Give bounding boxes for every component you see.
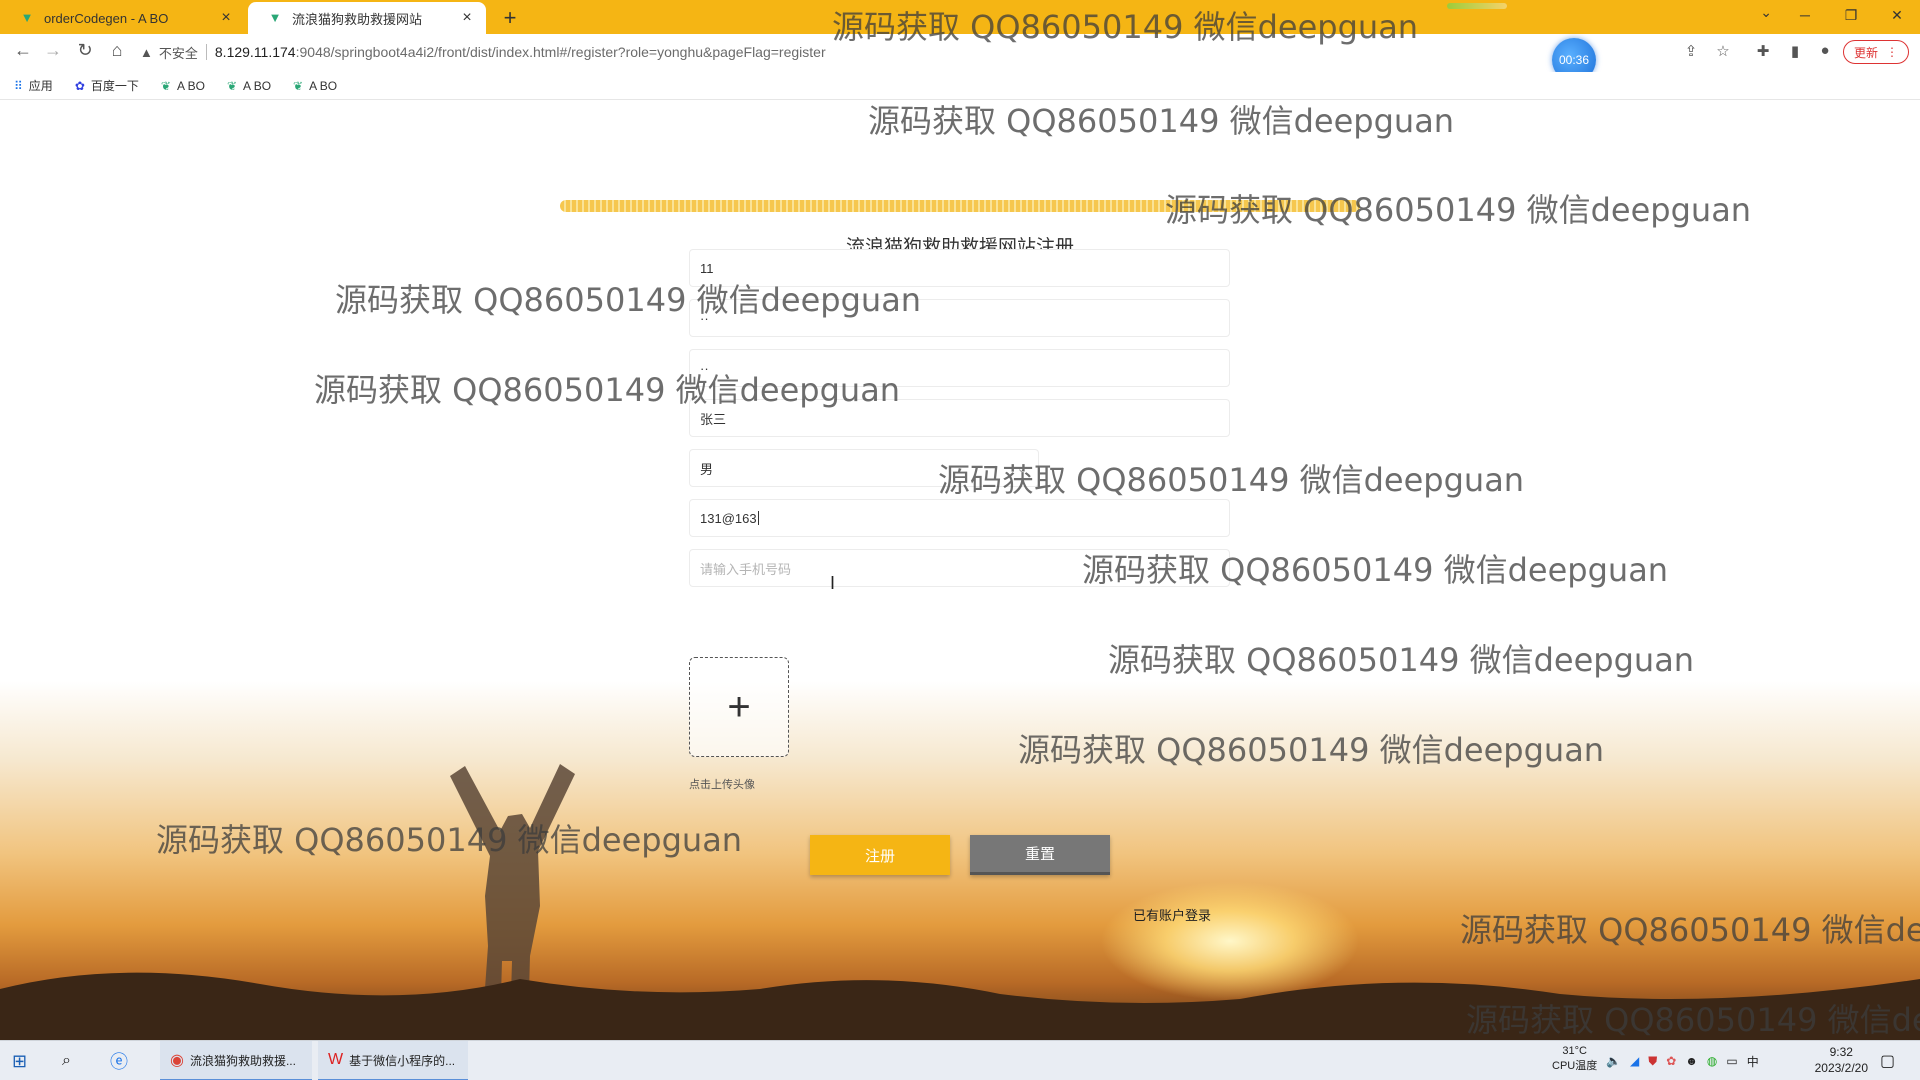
register-button[interactable]: 注册 — [810, 835, 950, 875]
watermark-text: 源码获取 QQ86050149 微信deepguan — [1165, 191, 1752, 229]
bookmark-star-icon[interactable]: ☆ — [1712, 42, 1734, 60]
share-icon[interactable]: ⇪ — [1680, 42, 1702, 60]
apps-grid-icon: ⠿ — [14, 78, 23, 93]
maximize-button[interactable]: ❐ — [1828, 0, 1874, 30]
vue-favicon-icon: ▼ — [20, 10, 34, 25]
url-path: :9048/springboot4a4i2/front/dist/index.h… — [295, 44, 826, 60]
bookmark-label: 应用 — [28, 79, 53, 93]
watermark-text: 源码获取 QQ86050149 微信deepguan — [832, 8, 1419, 46]
watermark-text: 源码获取 QQ86050149 微信deepguan — [1460, 911, 1920, 949]
network-icon[interactable]: ◢ — [1630, 1054, 1639, 1068]
watermark-text: 源码获取 QQ86050149 微信deepguan — [1108, 641, 1695, 679]
bookmark-label: A BO — [243, 78, 272, 93]
tab-bar-decoration — [1447, 3, 1507, 9]
avatar-upload-button[interactable]: + — [689, 657, 789, 757]
upload-avatar-label: 点击上传头像 — [689, 779, 755, 791]
chrome-icon: ◉ — [170, 1052, 184, 1069]
forward-arrow-icon[interactable]: → — [40, 40, 66, 61]
bookmark-abo-3[interactable]: ❦ A BO — [293, 79, 337, 93]
bookmark-label: A BO — [176, 78, 205, 93]
watermark-text: 源码获取 QQ86050149 微信deepguan — [156, 821, 743, 859]
clock-date: 2023/2/20 — [1814, 1061, 1868, 1075]
url-host: 8.129.11.174 — [214, 44, 296, 60]
profile-avatar-icon[interactable]: ● — [1814, 42, 1836, 59]
watermark-text: 源码获取 QQ86050149 微信deepguan — [938, 461, 1525, 499]
wps-icon: W — [328, 1051, 344, 1068]
bookmark-abo-2[interactable]: ❦ A BO — [227, 79, 271, 93]
leaf-icon: ❦ — [293, 78, 304, 93]
plus-icon: + — [727, 684, 751, 729]
tab-ordercodegen[interactable]: ▼ orderCodegen - A BO × — [0, 2, 245, 34]
search-icon[interactable]: ⌕ — [62, 1041, 71, 1080]
ie-browser-icon[interactable]: ⓔ — [110, 1041, 128, 1080]
address-divider — [205, 44, 207, 60]
taskbar-app-label: 基于微信小程序的... — [349, 1053, 456, 1068]
close-window-button[interactable]: ✕ — [1874, 0, 1920, 30]
tab-register-page[interactable]: ▼ 流浪猫狗救助救援网站 × — [248, 2, 486, 34]
tab-search-chevron-icon[interactable]: ⌄ — [1760, 4, 1772, 21]
tab-close-icon[interactable]: × — [458, 9, 476, 27]
volume-icon[interactable]: 🔈 — [1606, 1054, 1621, 1068]
bookmark-abo-1[interactable]: ❦ A BO — [161, 79, 205, 93]
security-shield-icon[interactable]: ⛊ — [1648, 1054, 1657, 1069]
tab-close-icon[interactable]: × — [217, 9, 235, 27]
warning-triangle-icon: ▲ — [140, 44, 153, 60]
tab-title: orderCodegen - A BO — [44, 10, 169, 26]
watermark-text: 源码获取 QQ86050149 微信deepguan — [335, 281, 922, 319]
taskbar-clock[interactable]: 9:32 2023/2/20 — [1815, 1044, 1868, 1076]
taskbar-app-chrome[interactable]: ◉ 流浪猫狗救助救援... — [160, 1041, 312, 1080]
windows-taskbar: ⊞ ⌕ ⓔ ◉ 流浪猫狗救助救援... W 基于微信小程序的... 31°C C… — [0, 1040, 1920, 1080]
bookmarks-bar: ⠿ 应用 ✿ 百度一下 ❦ A BO ❦ A BO ❦ A BO — [0, 72, 1920, 100]
temperature-value: 31°C — [1562, 1045, 1587, 1057]
kebab-menu-icon: ⋮ — [1886, 45, 1898, 59]
extensions-puzzle-icon[interactable]: ✚ — [1752, 42, 1774, 60]
leaf-icon: ❦ — [160, 78, 171, 93]
register-page: 流浪猫狗救助救援网站注册 11 ·· ·· 张三 男 ⌄ 131@163 请输入… — [0, 101, 1920, 1040]
bookmark-label: 百度一下 — [90, 79, 139, 93]
notification-icon[interactable]: ▢ — [1880, 1041, 1895, 1080]
update-label: 更新 — [1853, 45, 1878, 60]
qq-icon[interactable]: ☻ — [1685, 1054, 1698, 1068]
watermark-text: 源码获取 QQ86050149 微信deepguan — [868, 102, 1455, 140]
login-link[interactable]: 已有账户登录 — [1133, 905, 1211, 924]
reload-icon[interactable]: ↻ — [72, 40, 98, 61]
clock-time: 9:32 — [1829, 1045, 1853, 1059]
bookmark-baidu[interactable]: ✿ 百度一下 — [75, 77, 139, 94]
watermark-text: 源码获取 QQ86050149 微信deepguan — [1082, 551, 1669, 589]
cpu-label: CPU温度 — [1552, 1060, 1598, 1072]
home-icon[interactable]: ⌂ — [104, 40, 130, 61]
taskbar-app-label: 流浪猫狗救助救援... — [189, 1053, 296, 1068]
watermark-text: 源码获取 QQ86050149 微信deepguan — [1018, 731, 1605, 769]
cpu-temperature: 31°C CPU温度 — [1552, 1044, 1597, 1074]
update-button[interactable]: 更新 ⋮ — [1843, 40, 1909, 64]
display-icon[interactable]: ▭ — [1726, 1054, 1737, 1068]
leaf-icon: ❦ — [226, 78, 238, 93]
vue-favicon-icon: ▼ — [268, 10, 282, 25]
watermark-text: 源码获取 QQ86050149 微信deepguan — [1466, 1001, 1920, 1039]
bookmark-apps[interactable]: ⠿ 应用 — [14, 77, 53, 94]
tab-title: 流浪猫狗救助救援网站 — [292, 11, 423, 27]
email-value: 131@163 — [700, 510, 757, 526]
watermark-text: 源码获取 QQ86050149 微信deepguan — [314, 371, 901, 409]
wechat-icon[interactable]: ◍ — [1707, 1054, 1717, 1068]
new-tab-button[interactable]: + — [498, 5, 522, 31]
windows-start-icon[interactable]: ⊞ — [12, 1041, 27, 1080]
text-cursor-icon: I — [830, 573, 836, 593]
text-caret — [757, 511, 759, 525]
gender-value: 男 — [700, 461, 714, 477]
security-label[interactable]: 不安全 — [159, 43, 198, 62]
minimize-button[interactable]: ─ — [1782, 0, 1828, 30]
tray-app-icon[interactable]: ✿ — [1666, 1054, 1676, 1068]
system-tray: 🔈 ◢ ⛊ ✿ ☻ ◍ ▭ 中 — [1606, 1041, 1759, 1080]
reset-button[interactable]: 重置 — [970, 835, 1110, 875]
baidu-paw-icon: ✿ — [74, 78, 85, 93]
back-arrow-icon[interactable]: ← — [10, 40, 36, 61]
side-panel-icon[interactable]: ▮ — [1784, 42, 1806, 60]
bookmark-label: A BO — [309, 78, 338, 93]
ime-indicator[interactable]: 中 — [1747, 1053, 1759, 1070]
email-input[interactable]: 131@163 — [689, 499, 1230, 537]
taskbar-app-wps[interactable]: W 基于微信小程序的... — [318, 1041, 468, 1080]
